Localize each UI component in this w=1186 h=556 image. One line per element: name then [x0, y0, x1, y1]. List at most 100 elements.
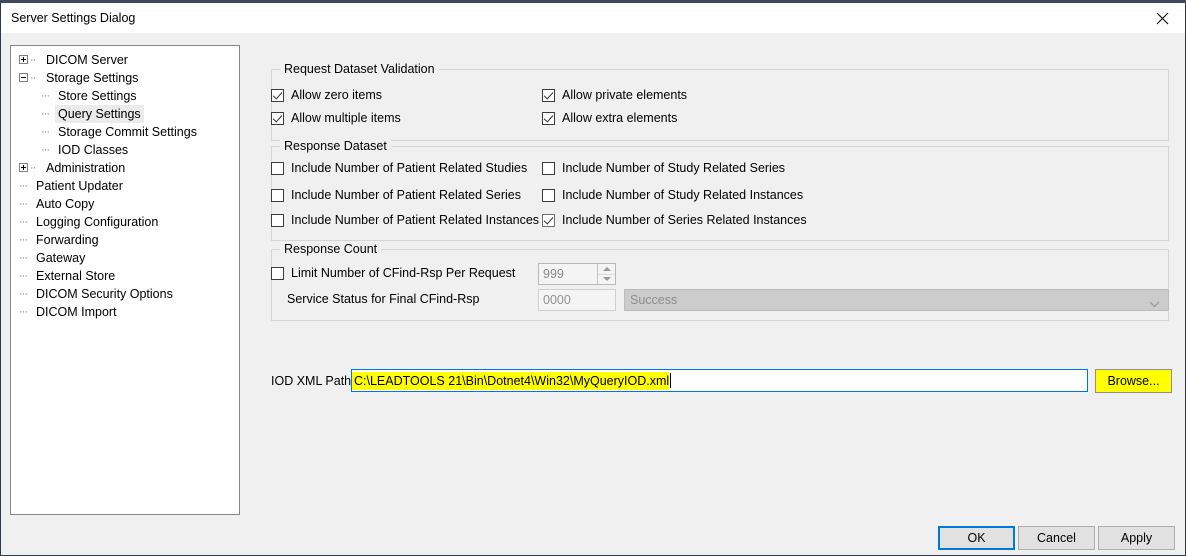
- checkbox-label: Limit Number of CFind-Rsp Per Request: [291, 266, 515, 280]
- expand-icon[interactable]: [19, 163, 28, 172]
- checkbox-series-related-instances[interactable]: Include Number of Series Related Instanc…: [542, 213, 807, 227]
- checkbox-label: Allow multiple items: [291, 111, 401, 125]
- request-dataset-validation-title: Request Dataset Validation: [280, 62, 439, 76]
- checkbox-allow-multiple-items[interactable]: Allow multiple items: [271, 111, 401, 125]
- tree-item-dicom-server[interactable]: ·· DICOM Server: [11, 51, 239, 69]
- tree-item-patient-updater[interactable]: ··· Patient Updater: [11, 177, 239, 195]
- collapse-icon[interactable]: [19, 73, 28, 82]
- cfind-rsp-limit-stepper[interactable]: 999: [538, 263, 616, 285]
- checkbox-study-related-instances[interactable]: Include Number of Study Related Instance…: [542, 188, 803, 202]
- tree-connector: ···: [19, 195, 27, 213]
- checkbox-label: Allow extra elements: [562, 111, 677, 125]
- tree-connector: ··: [30, 69, 35, 87]
- checkbox-patient-related-studies[interactable]: Include Number of Patient Related Studie…: [271, 161, 527, 175]
- tree-item-label: Storage Settings: [43, 69, 141, 87]
- tree-item-iod-classes[interactable]: ··· IOD Classes: [11, 141, 239, 159]
- tree-item-storage-commit-settings[interactable]: ··· Storage Commit Settings: [11, 123, 239, 141]
- checkbox-box: [271, 214, 284, 227]
- checkbox-box: [271, 267, 284, 280]
- checkbox-box: [271, 189, 284, 202]
- stepper-buttons[interactable]: [597, 264, 615, 284]
- checkbox-allow-zero-items[interactable]: Allow zero items: [271, 88, 382, 102]
- service-status-label: Service Status for Final CFind-Rsp: [287, 292, 479, 306]
- stepper-up-icon[interactable]: [598, 264, 615, 275]
- tree-connector: ···: [19, 249, 27, 267]
- checkbox-label: Include Number of Series Related Instanc…: [562, 213, 807, 227]
- checkbox-label: Include Number of Patient Related Series: [291, 188, 521, 202]
- response-count-title: Response Count: [280, 242, 381, 256]
- expand-icon[interactable]: [19, 55, 28, 64]
- apply-button[interactable]: Apply: [1098, 526, 1175, 550]
- tree-item-store-settings[interactable]: ··· Store Settings: [11, 87, 239, 105]
- checkbox-box: [542, 89, 555, 102]
- tree-item-label: Store Settings: [55, 87, 140, 105]
- tree-item-label: DICOM Server: [43, 51, 131, 69]
- tree-item-dicom-security-options[interactable]: ···DICOM Security Options: [11, 285, 239, 303]
- checkbox-patient-related-instances[interactable]: Include Number of Patient Related Instan…: [271, 213, 539, 227]
- tree-item-label: Auto Copy: [33, 195, 97, 213]
- tree-item-label: Administration: [43, 159, 128, 177]
- tree-item-forwarding[interactable]: ··· Forwarding: [11, 231, 239, 249]
- tree-item-label: DICOM Import: [33, 303, 120, 321]
- close-icon[interactable]: [1140, 3, 1185, 33]
- tree-item-label: Gateway: [33, 249, 88, 267]
- chevron-down-icon: [1149, 297, 1160, 311]
- checkbox-label: Include Number of Patient Related Instan…: [291, 213, 539, 227]
- tree-connector: ···: [41, 87, 49, 105]
- dialog-client-area: ··DICOM Server··Storage Settings···Store…: [1, 33, 1185, 555]
- cfind-rsp-limit-value: 999: [539, 264, 597, 284]
- iod-xml-path-label: IOD XML Path:: [271, 374, 355, 388]
- tree-item-query-settings[interactable]: ··· Query Settings: [11, 105, 239, 123]
- tree-item-dicom-import[interactable]: ··· DICOM Import: [11, 303, 239, 321]
- cancel-button[interactable]: Cancel: [1018, 526, 1095, 550]
- response-dataset-title: Response Dataset: [280, 139, 391, 153]
- ok-button[interactable]: OK: [938, 526, 1015, 550]
- checkbox-box: [271, 162, 284, 175]
- tree-connector: ··: [30, 159, 35, 177]
- tree-connector: ···: [19, 303, 27, 321]
- tree-connector: ···: [41, 105, 49, 123]
- checkbox-limit-cfind-rsp[interactable]: Limit Number of CFind-Rsp Per Request: [271, 266, 515, 280]
- tree-connector: ···: [19, 177, 27, 195]
- checkbox-study-related-series[interactable]: Include Number of Study Related Series: [542, 161, 785, 175]
- tree-item-gateway[interactable]: ··· Gateway: [11, 249, 239, 267]
- tree-connector: ··: [30, 51, 35, 69]
- tree-connector: ···: [19, 231, 27, 249]
- tree-item-storage-settings[interactable]: ·· Storage Settings: [11, 69, 239, 87]
- tree-item-external-store[interactable]: ···External Store: [11, 267, 239, 285]
- tree-connector: ···: [19, 285, 27, 303]
- checkbox-label: Include Number of Patient Related Studie…: [291, 161, 527, 175]
- checkbox-box: [542, 162, 555, 175]
- checkbox-box: [271, 89, 284, 102]
- stepper-down-icon[interactable]: [598, 275, 615, 285]
- checkbox-label: Include Number of Study Related Instance…: [562, 188, 803, 202]
- title-bar: Server Settings Dialog: [1, 3, 1185, 33]
- checkbox-label: Allow zero items: [291, 88, 382, 102]
- tree-item-label: IOD Classes: [55, 141, 131, 159]
- tree-connector: ···: [19, 213, 27, 231]
- checkbox-allow-extra-elements[interactable]: Allow extra elements: [542, 111, 677, 125]
- tree-item-label: Patient Updater: [33, 177, 126, 195]
- tree-connector: ···: [41, 141, 49, 159]
- iod-xml-path-value: C:\LEADTOOLS 21\Bin\Dotnet4\Win32\MyQuer…: [352, 372, 669, 390]
- tree-item-administration[interactable]: ·· Administration: [11, 159, 239, 177]
- tree-item-label: Query Settings: [55, 105, 144, 123]
- request-dataset-validation-group: Request Dataset Validation: [271, 69, 1169, 141]
- iod-xml-path-input[interactable]: C:\LEADTOOLS 21\Bin\Dotnet4\Win32\MyQuer…: [351, 369, 1088, 392]
- tree-item-logging-configuration[interactable]: ··· Logging Configuration: [11, 213, 239, 231]
- service-status-code-field[interactable]: 0000: [538, 289, 616, 311]
- tree-connector: ···: [41, 123, 49, 141]
- checkbox-allow-private-elements[interactable]: Allow private elements: [542, 88, 687, 102]
- checkbox-box: [542, 112, 555, 125]
- tree-item-label: Forwarding: [33, 231, 102, 249]
- tree-item-auto-copy[interactable]: ··· Auto Copy: [11, 195, 239, 213]
- text-caret: [670, 373, 671, 388]
- server-settings-dialog: Server Settings Dialog ·· DICOM Server ·· S…: [0, 3, 1186, 556]
- settings-tree[interactable]: ··DICOM Server··Storage Settings···Store…: [10, 45, 240, 515]
- tree-item-label: Storage Commit Settings: [55, 123, 200, 141]
- tree-item-label: Logging Configuration: [33, 213, 161, 231]
- browse-button[interactable]: Browse...: [1095, 369, 1172, 393]
- service-status-dropdown[interactable]: Success: [624, 289, 1169, 311]
- checkbox-patient-related-series[interactable]: Include Number of Patient Related Series: [271, 188, 521, 202]
- tree-item-label: External Store: [33, 267, 118, 285]
